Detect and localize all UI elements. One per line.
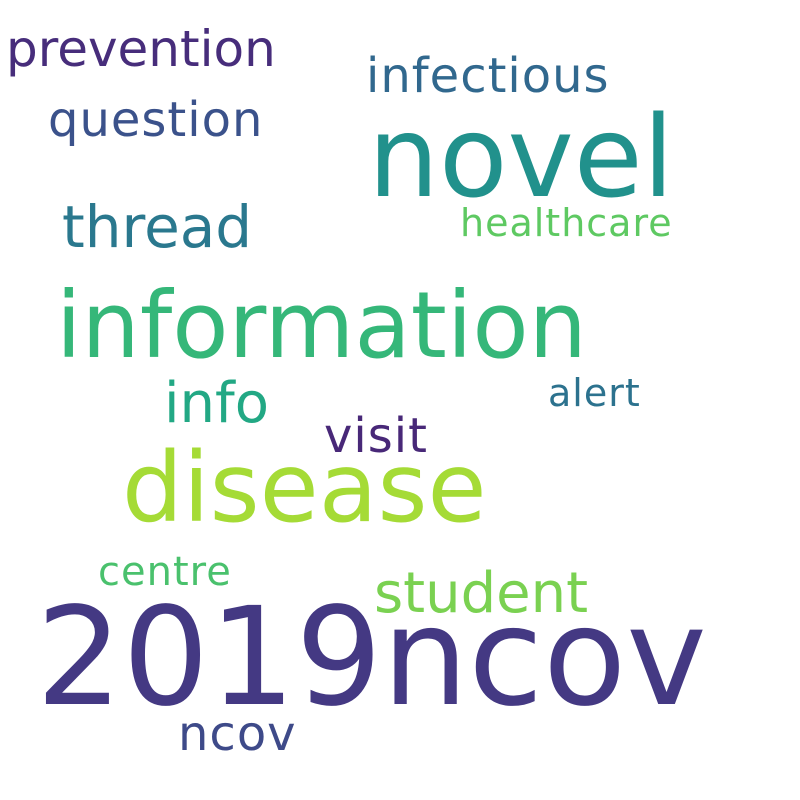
word-novel: novel (368, 93, 674, 223)
word-info: info (164, 371, 270, 436)
word-alert: alert (548, 371, 641, 415)
word-prevention: prevention (6, 20, 276, 78)
word-information: information (56, 272, 587, 379)
word-question: question (48, 92, 264, 148)
word-healthcare: healthcare (460, 201, 673, 245)
word-thread: thread (62, 193, 253, 261)
word-2019ncov: 2019ncov (36, 579, 707, 737)
word-cloud: prevention infectious question novel thr… (0, 0, 800, 800)
word-ncov: ncov (178, 706, 297, 762)
word-disease: disease (122, 432, 487, 544)
